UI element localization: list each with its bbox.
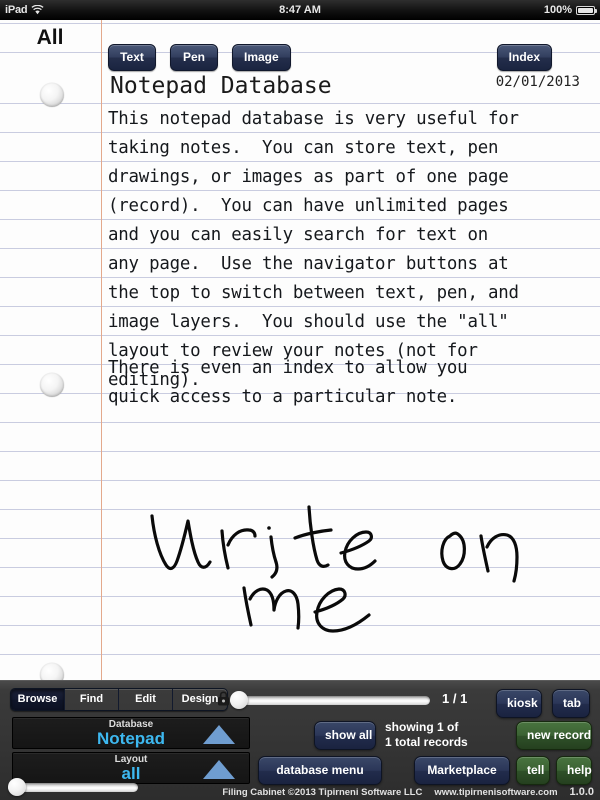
database-menu-button[interactable]: database menu <box>258 756 382 785</box>
record-count-line-2: 1 total records <box>385 735 468 749</box>
page-slider[interactable]: 1 / 1 <box>230 691 467 709</box>
text-layer-button[interactable]: Text <box>108 44 156 71</box>
show-all-button[interactable]: show all <box>314 721 376 750</box>
version-label: 1.0.0 <box>569 786 594 798</box>
notepad-page: All Text Pen Image Index Notepad Databas… <box>0 20 600 680</box>
footer-bar: Filing Cabinet ©2013 Tipirneni Software … <box>0 784 600 800</box>
new-record-button[interactable]: new record <box>516 721 592 750</box>
tell-button[interactable]: tell <box>516 756 550 785</box>
record-count-line-1: showing 1 of <box>385 720 459 734</box>
segment-edit[interactable]: Edit <box>119 689 173 710</box>
margin-line <box>101 20 102 680</box>
image-layer-button[interactable]: Image <box>232 44 291 71</box>
index-button[interactable]: Index <box>496 44 552 71</box>
page-slider-knob[interactable] <box>230 691 248 709</box>
battery-full-icon <box>576 5 597 15</box>
database-selector[interactable]: Database Notepad <box>12 717 250 749</box>
help-button[interactable]: help <box>556 756 592 785</box>
mode-segmented-control[interactable]: Browse Find Edit Design <box>10 688 229 711</box>
app-root: iPad 8:47 AM 100% All Text Pen Image Ind… <box>0 0 600 800</box>
record-count-status: showing 1 of 1 total records <box>385 720 468 750</box>
note-body-paragraph-2[interactable]: There is even an index to allow you quic… <box>108 354 586 412</box>
segment-browse[interactable]: Browse <box>11 689 65 710</box>
ios-status-bar: iPad 8:47 AM 100% <box>0 0 600 20</box>
marketplace-button[interactable]: Marketplace <box>414 756 510 785</box>
page-slider-track[interactable] <box>230 696 430 705</box>
clock-label: 8:47 AM <box>279 4 321 16</box>
layout-name-label: All <box>36 26 64 49</box>
triangle-up-icon[interactable] <box>203 760 235 779</box>
note-body-paragraph-1[interactable]: This notepad database is very useful for… <box>108 105 586 395</box>
kiosk-button[interactable]: kiosk <box>496 689 542 718</box>
page-date: 02/01/2013 <box>495 74 580 90</box>
binder-hole-icon <box>40 373 64 397</box>
copyright-label: Filing Cabinet ©2013 Tipirneni Software … <box>222 786 423 798</box>
battery-percent-label: 100% <box>543 4 572 16</box>
tab-button[interactable]: tab <box>552 689 590 718</box>
segment-design-label: Design <box>181 693 219 705</box>
page-title: Notepad Database <box>110 73 332 99</box>
segment-design[interactable]: Design <box>173 689 229 710</box>
layer-navigator: Text Pen Image <box>108 44 291 71</box>
binder-hole-icon <box>40 663 64 680</box>
triangle-up-icon[interactable] <box>203 725 235 744</box>
lock-icon <box>216 690 231 707</box>
binder-hole-icon <box>40 83 64 107</box>
pen-layer-button[interactable]: Pen <box>170 44 218 71</box>
page-count-label: 1 / 1 <box>442 691 468 706</box>
status-bar-right: 100% <box>543 4 597 16</box>
bottom-control-deck: Browse Find Edit Design 1 / 1 kiosk tab <box>0 680 600 800</box>
website-label: www.tipirnenisoftware.com <box>434 786 558 798</box>
segment-find[interactable]: Find <box>65 689 119 710</box>
